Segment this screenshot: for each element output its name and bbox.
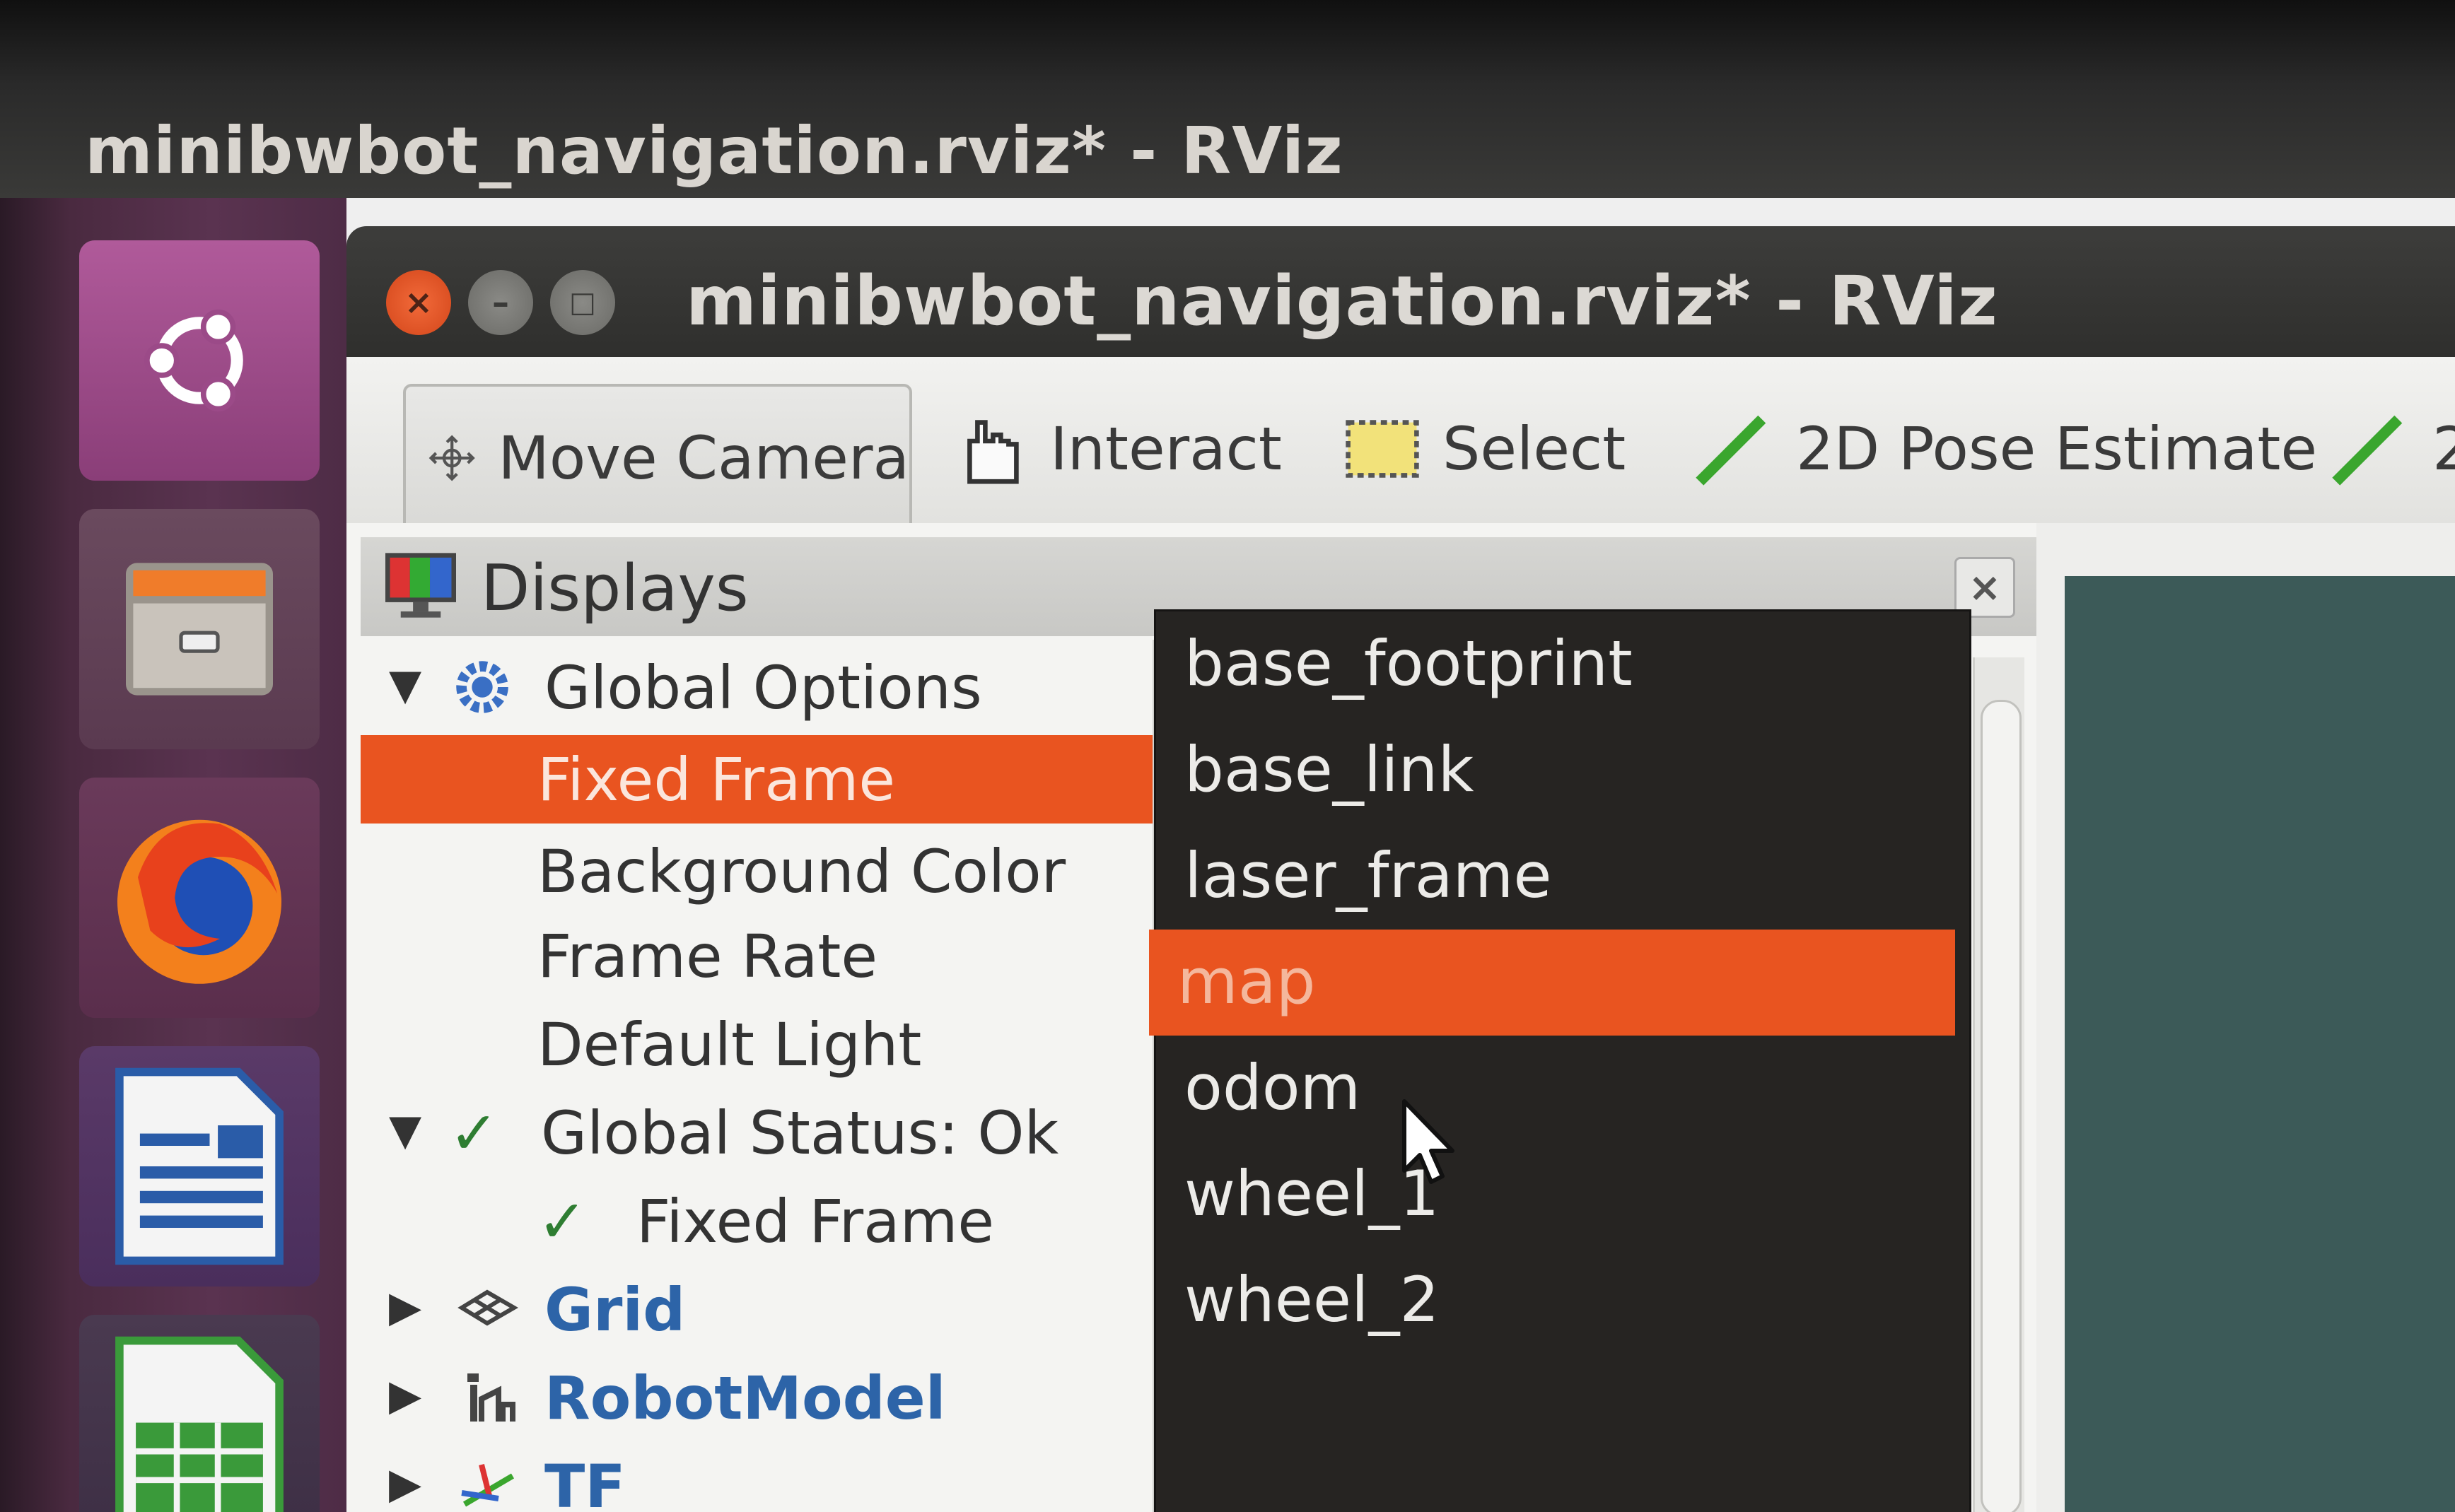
window-titlebar: × – □ minibwbot_navigation.rviz* - RViz	[346, 226, 2455, 357]
frame-option-wheel-1[interactable]: wheel_1	[1156, 1142, 1969, 1248]
grid-icon	[457, 1289, 518, 1326]
tree-item-default-light[interactable]: Default Light	[361, 1000, 1153, 1089]
window-maximize-button[interactable]: □	[550, 270, 615, 335]
frame-option-label: laser_frame	[1184, 839, 1552, 912]
hand-icon	[967, 420, 1019, 484]
interact-tool[interactable]: Interact	[951, 396, 1282, 502]
minimize-icon: –	[492, 283, 509, 322]
displays-title: Displays	[481, 551, 749, 626]
ubuntu-dash-button[interactable]	[79, 240, 320, 481]
2d-nav-goal-label: 2	[2432, 414, 2455, 484]
frame-option-label: odom	[1184, 1051, 1361, 1124]
impress-launcher-button[interactable]	[79, 1046, 320, 1287]
tree-item-status-fixed-frame[interactable]: ✓ Fixed Frame	[361, 1177, 1153, 1265]
frame-option-map[interactable]: map	[1149, 930, 1955, 1036]
tree-item-global-status[interactable]: ▼ ✓ Global Status: Ok	[361, 1089, 1153, 1177]
check-icon: ✓	[449, 1098, 499, 1168]
tree-item-label: Grid	[544, 1275, 686, 1344]
check-icon: ✓	[537, 1187, 588, 1256]
mouse-pointer-icon	[1402, 1099, 1454, 1184]
firefox-launcher-button[interactable]	[79, 778, 320, 1018]
tree-item-label: Fixed Frame	[636, 1187, 995, 1256]
select-box-icon	[1346, 420, 1419, 478]
robot-model-icon	[467, 1373, 515, 1422]
move-camera-icon	[428, 435, 475, 481]
tree-item-label: Global Status: Ok	[541, 1098, 1059, 1168]
files-launcher-button[interactable]	[79, 509, 320, 749]
2d-pose-estimate-label: 2D Pose Estimate	[1796, 414, 2318, 484]
frame-option-base-link[interactable]: base_link	[1156, 717, 1969, 824]
expand-arrow-icon[interactable]: ▶	[389, 1371, 421, 1420]
tools-toolbar: Move Camera Interact Select 2D Pose Esti…	[346, 357, 2455, 532]
frame-option-label: base_footprint	[1184, 627, 1633, 700]
desktop-top-bar: minibwbot_navigation.rviz* - RViz	[0, 0, 2455, 198]
window-close-button[interactable]: ×	[386, 270, 451, 335]
frame-option-base-footprint[interactable]: base_footprint	[1156, 611, 1969, 717]
desktop-window-title: minibwbot_navigation.rviz* - RViz	[85, 113, 1343, 189]
close-icon: ×	[1968, 564, 2002, 611]
frame-option-wheel-2[interactable]: wheel_2	[1156, 1248, 1969, 1354]
scrollbar-thumb[interactable]	[1981, 700, 2022, 1512]
displays-scrollbar[interactable]	[1973, 657, 2024, 1512]
frame-option-label: map	[1177, 945, 1316, 1018]
displays-close-button[interactable]: ×	[1954, 557, 2015, 618]
close-icon: ×	[404, 283, 433, 322]
tree-item-tf[interactable]: ▶ TF	[361, 1442, 1153, 1512]
2d-nav-goal-tool[interactable]: 2	[2326, 396, 2455, 502]
firefox-icon	[117, 819, 281, 984]
file-cabinet-icon	[126, 563, 273, 696]
presentation-document-icon	[115, 1067, 284, 1265]
tree-item-label: TF	[544, 1452, 626, 1512]
tree-item-label: Fixed Frame	[537, 745, 896, 814]
screen: minibwbot_navigation.rviz* - RViz × – □ …	[0, 0, 2455, 1512]
frame-option-label: wheel_2	[1184, 1263, 1440, 1336]
move-camera-tool[interactable]: Move Camera	[403, 384, 912, 532]
render-view-panel	[2036, 523, 2455, 1512]
tree-item-background-color[interactable]: Background Color	[361, 827, 1153, 915]
move-camera-label: Move Camera	[498, 423, 909, 493]
expand-arrow-icon[interactable]: ▼	[389, 660, 421, 710]
spreadsheet-document-icon	[115, 1336, 284, 1512]
frame-option-laser-frame[interactable]: laser_frame	[1156, 824, 1969, 930]
expand-arrow-icon[interactable]: ▼	[389, 1106, 421, 1155]
launcher	[0, 198, 346, 1512]
frame-option-odom[interactable]: odom	[1156, 1036, 1969, 1142]
fixed-frame-dropdown[interactable]: base_footprint base_link laser_frame map…	[1149, 611, 1969, 1512]
window-minimize-button[interactable]: –	[468, 270, 533, 335]
tree-item-label: Global Options	[544, 653, 982, 722]
select-tool[interactable]: Select	[1343, 396, 1626, 502]
tf-axes-icon	[461, 1464, 515, 1507]
expand-arrow-icon[interactable]: ▶	[389, 1282, 421, 1332]
tree-item-fixed-frame[interactable]: Fixed Frame	[361, 735, 1153, 824]
tree-item-frame-rate[interactable]: Frame Rate	[361, 912, 1153, 1000]
tree-item-global-options[interactable]: ▼ Global Options	[361, 643, 1153, 732]
tree-item-label: Default Light	[537, 1010, 922, 1079]
frame-option-label: base_link	[1184, 733, 1474, 806]
select-label: Select	[1442, 414, 1626, 484]
3d-render-canvas[interactable]	[2065, 576, 2455, 1512]
tree-item-grid[interactable]: ▶ Grid	[361, 1265, 1153, 1354]
2d-pose-estimate-tool[interactable]: 2D Pose Estimate	[1690, 396, 2317, 502]
calc-launcher-button[interactable]	[79, 1315, 320, 1512]
monitor-icon	[385, 553, 456, 618]
maximize-icon: □	[569, 286, 596, 319]
tree-column-divider	[1153, 640, 1155, 1512]
expand-arrow-icon[interactable]: ▶	[389, 1459, 421, 1508]
green-arrow-icon	[1696, 415, 1766, 486]
ubuntu-logo-icon	[144, 309, 243, 412]
rviz-window: × – □ minibwbot_navigation.rviz* - RViz	[346, 198, 2455, 1512]
window-title: minibwbot_navigation.rviz* - RViz	[686, 262, 1998, 341]
green-arrow-icon	[2332, 415, 2403, 486]
tree-item-label: RobotModel	[544, 1364, 946, 1433]
gear-icon	[456, 661, 508, 713]
tree-item-label: Frame Rate	[537, 922, 878, 991]
tree-item-robotmodel[interactable]: ▶ RobotModel	[361, 1354, 1153, 1442]
interact-label: Interact	[1050, 414, 1282, 484]
tree-item-label: Background Color	[537, 837, 1066, 906]
